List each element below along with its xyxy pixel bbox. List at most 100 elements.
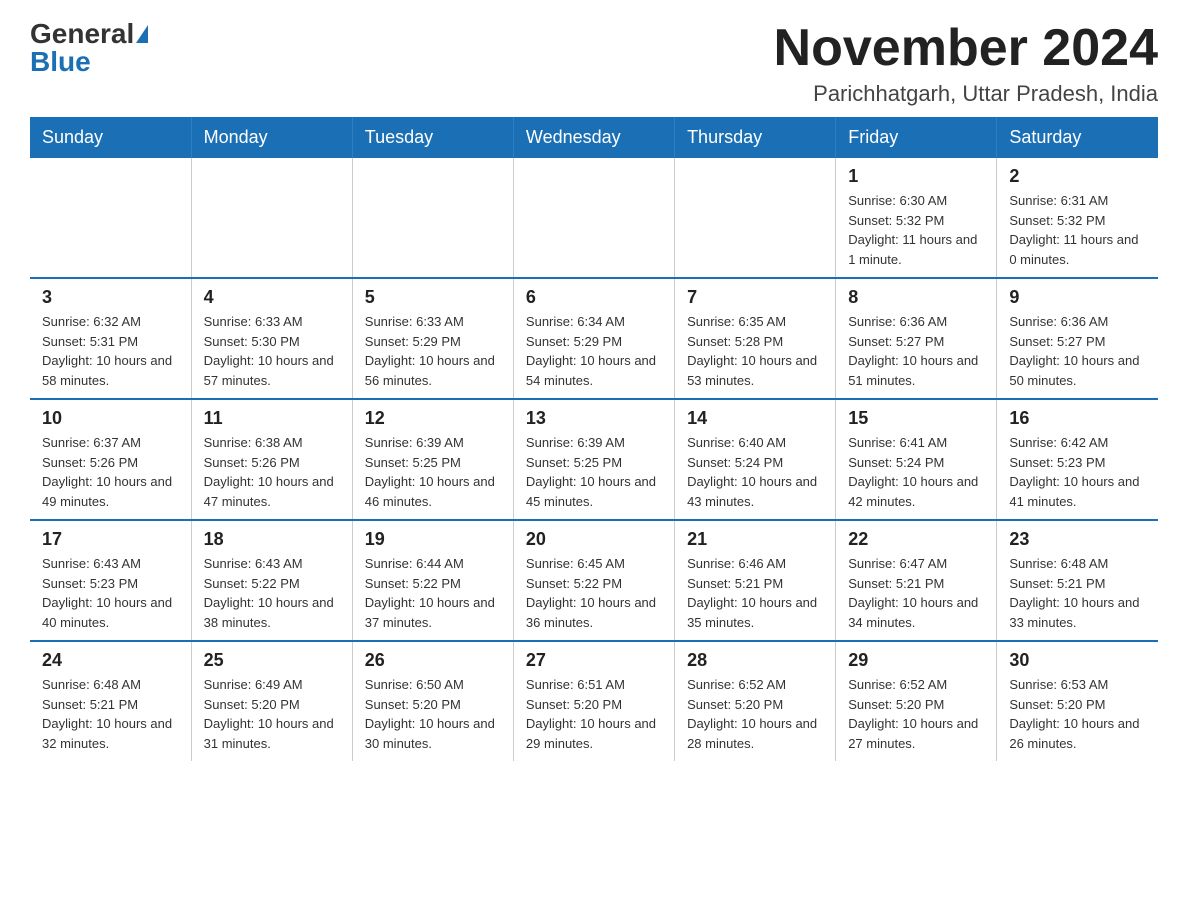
- calendar-cell: 10 Sunrise: 6:37 AM Sunset: 5:26 PM Dayli…: [30, 399, 191, 520]
- day-info: Sunrise: 6:42 AM Sunset: 5:23 PM Dayligh…: [1009, 433, 1146, 511]
- day-number: 20: [526, 529, 662, 550]
- day-info: Sunrise: 6:36 AM Sunset: 5:27 PM Dayligh…: [1009, 312, 1146, 390]
- day-number: 15: [848, 408, 984, 429]
- header-friday: Friday: [836, 117, 997, 158]
- calendar-cell: [513, 158, 674, 278]
- day-info: Sunrise: 6:48 AM Sunset: 5:21 PM Dayligh…: [42, 675, 179, 753]
- calendar-header: Sunday Monday Tuesday Wednesday Thursday…: [30, 117, 1158, 158]
- day-info: Sunrise: 6:34 AM Sunset: 5:29 PM Dayligh…: [526, 312, 662, 390]
- header-row: Sunday Monday Tuesday Wednesday Thursday…: [30, 117, 1158, 158]
- calendar-cell: 3Sunrise: 6:32 AM Sunset: 5:31 PM Daylig…: [30, 278, 191, 399]
- day-info: Sunrise: 6:43 AM Sunset: 5:22 PM Dayligh…: [204, 554, 340, 632]
- day-number: 28: [687, 650, 823, 671]
- calendar-cell: 25Sunrise: 6:49 AM Sunset: 5:20 PM Dayli…: [191, 641, 352, 761]
- calendar-title: November 2024: [774, 20, 1158, 77]
- title-block: November 2024 Parichhatgarh, Uttar Prade…: [774, 20, 1158, 107]
- calendar-cell: 24 Sunrise: 6:48 AM Sunset: 5:21 PM Dayli…: [30, 641, 191, 761]
- day-info: Sunrise: 6:48 AM Sunset: 5:21 PM Dayligh…: [1009, 554, 1146, 632]
- day-number: 8: [848, 287, 984, 308]
- day-info: Sunrise: 6:44 AM Sunset: 5:22 PM Dayligh…: [365, 554, 501, 632]
- day-number: 16: [1009, 408, 1146, 429]
- calendar-cell: 5 Sunrise: 6:33 AM Sunset: 5:29 PM Daylig…: [352, 278, 513, 399]
- calendar-cell: 17 Sunrise: 6:43 AM Sunset: 5:23 PM Dayli…: [30, 520, 191, 641]
- calendar-cell: 18Sunrise: 6:43 AM Sunset: 5:22 PM Dayli…: [191, 520, 352, 641]
- calendar-cell: 15Sunrise: 6:41 AM Sunset: 5:24 PM Dayli…: [836, 399, 997, 520]
- calendar-cell: 2Sunrise: 6:31 AM Sunset: 5:32 PM Daylig…: [997, 158, 1158, 278]
- day-info: Sunrise: 6:33 AM Sunset: 5:29 PM Dayligh…: [365, 312, 501, 390]
- page-header: General Blue November 2024 Parichhatgarh…: [30, 20, 1158, 107]
- header-monday: Monday: [191, 117, 352, 158]
- day-info: Sunrise: 6:53 AM Sunset: 5:20 PM Dayligh…: [1009, 675, 1146, 753]
- day-number: 4: [204, 287, 340, 308]
- calendar-cell: 7Sunrise: 6:35 AM Sunset: 5:28 PM Daylig…: [675, 278, 836, 399]
- calendar-cell: 4 Sunrise: 6:33 AM Sunset: 5:30 PM Daylig…: [191, 278, 352, 399]
- calendar-cell: 28 Sunrise: 6:52 AM Sunset: 5:20 PM Dayli…: [675, 641, 836, 761]
- day-info: Sunrise: 6:33 AM Sunset: 5:30 PM Dayligh…: [204, 312, 340, 390]
- calendar-cell: [352, 158, 513, 278]
- calendar-cell: 6 Sunrise: 6:34 AM Sunset: 5:29 PM Daylig…: [513, 278, 674, 399]
- day-info: Sunrise: 6:38 AM Sunset: 5:26 PM Dayligh…: [204, 433, 340, 511]
- day-number: 19: [365, 529, 501, 550]
- day-number: 9: [1009, 287, 1146, 308]
- calendar-cell: [191, 158, 352, 278]
- calendar-cell: 20Sunrise: 6:45 AM Sunset: 5:22 PM Dayli…: [513, 520, 674, 641]
- calendar-table: Sunday Monday Tuesday Wednesday Thursday…: [30, 117, 1158, 761]
- day-number: 1: [848, 166, 984, 187]
- day-info: Sunrise: 6:52 AM Sunset: 5:20 PM Dayligh…: [848, 675, 984, 753]
- day-number: 21: [687, 529, 823, 550]
- calendar-cell: [30, 158, 191, 278]
- day-number: 17: [42, 529, 179, 550]
- calendar-cell: 8Sunrise: 6:36 AM Sunset: 5:27 PM Daylig…: [836, 278, 997, 399]
- calendar-week-row: 24 Sunrise: 6:48 AM Sunset: 5:21 PM Dayli…: [30, 641, 1158, 761]
- day-info: Sunrise: 6:49 AM Sunset: 5:20 PM Dayligh…: [204, 675, 340, 753]
- logo: General Blue: [30, 20, 148, 76]
- calendar-week-row: 1 Sunrise: 6:30 AM Sunset: 5:32 PM Daylig…: [30, 158, 1158, 278]
- day-number: 24: [42, 650, 179, 671]
- calendar-cell: 14 Sunrise: 6:40 AM Sunset: 5:24 PM Dayli…: [675, 399, 836, 520]
- day-info: Sunrise: 6:40 AM Sunset: 5:24 PM Dayligh…: [687, 433, 823, 511]
- logo-blue: Blue: [30, 48, 91, 76]
- day-info: Sunrise: 6:30 AM Sunset: 5:32 PM Dayligh…: [848, 191, 984, 269]
- calendar-cell: [675, 158, 836, 278]
- calendar-cell: 19 Sunrise: 6:44 AM Sunset: 5:22 PM Dayli…: [352, 520, 513, 641]
- day-number: 11: [204, 408, 340, 429]
- day-info: Sunrise: 6:51 AM Sunset: 5:20 PM Dayligh…: [526, 675, 662, 753]
- day-info: Sunrise: 6:31 AM Sunset: 5:32 PM Dayligh…: [1009, 191, 1146, 269]
- day-number: 27: [526, 650, 662, 671]
- day-number: 13: [526, 408, 662, 429]
- day-info: Sunrise: 6:47 AM Sunset: 5:21 PM Dayligh…: [848, 554, 984, 632]
- day-number: 5: [365, 287, 501, 308]
- calendar-cell: 26 Sunrise: 6:50 AM Sunset: 5:20 PM Dayli…: [352, 641, 513, 761]
- calendar-cell: 30 Sunrise: 6:53 AM Sunset: 5:20 PM Dayli…: [997, 641, 1158, 761]
- day-number: 10: [42, 408, 179, 429]
- calendar-week-row: 17 Sunrise: 6:43 AM Sunset: 5:23 PM Dayli…: [30, 520, 1158, 641]
- day-info: Sunrise: 6:50 AM Sunset: 5:20 PM Dayligh…: [365, 675, 501, 753]
- day-info: Sunrise: 6:52 AM Sunset: 5:20 PM Dayligh…: [687, 675, 823, 753]
- day-number: 7: [687, 287, 823, 308]
- logo-general: General: [30, 20, 134, 48]
- day-number: 26: [365, 650, 501, 671]
- header-thursday: Thursday: [675, 117, 836, 158]
- calendar-cell: 12Sunrise: 6:39 AM Sunset: 5:25 PM Dayli…: [352, 399, 513, 520]
- calendar-cell: 29 Sunrise: 6:52 AM Sunset: 5:20 PM Dayli…: [836, 641, 997, 761]
- day-number: 14: [687, 408, 823, 429]
- calendar-cell: 27 Sunrise: 6:51 AM Sunset: 5:20 PM Dayli…: [513, 641, 674, 761]
- calendar-cell: 11 Sunrise: 6:38 AM Sunset: 5:26 PM Dayli…: [191, 399, 352, 520]
- calendar-week-row: 3Sunrise: 6:32 AM Sunset: 5:31 PM Daylig…: [30, 278, 1158, 399]
- day-info: Sunrise: 6:37 AM Sunset: 5:26 PM Dayligh…: [42, 433, 179, 511]
- calendar-cell: 21 Sunrise: 6:46 AM Sunset: 5:21 PM Dayli…: [675, 520, 836, 641]
- calendar-cell: 9 Sunrise: 6:36 AM Sunset: 5:27 PM Daylig…: [997, 278, 1158, 399]
- day-info: Sunrise: 6:46 AM Sunset: 5:21 PM Dayligh…: [687, 554, 823, 632]
- calendar-body: 1 Sunrise: 6:30 AM Sunset: 5:32 PM Daylig…: [30, 158, 1158, 761]
- day-info: Sunrise: 6:39 AM Sunset: 5:25 PM Dayligh…: [526, 433, 662, 511]
- calendar-cell: 22 Sunrise: 6:47 AM Sunset: 5:21 PM Dayli…: [836, 520, 997, 641]
- day-info: Sunrise: 6:32 AM Sunset: 5:31 PM Dayligh…: [42, 312, 179, 390]
- day-number: 6: [526, 287, 662, 308]
- day-number: 22: [848, 529, 984, 550]
- calendar-subtitle: Parichhatgarh, Uttar Pradesh, India: [774, 81, 1158, 107]
- header-tuesday: Tuesday: [352, 117, 513, 158]
- day-number: 29: [848, 650, 984, 671]
- calendar-week-row: 10 Sunrise: 6:37 AM Sunset: 5:26 PM Dayli…: [30, 399, 1158, 520]
- day-info: Sunrise: 6:43 AM Sunset: 5:23 PM Dayligh…: [42, 554, 179, 632]
- day-number: 30: [1009, 650, 1146, 671]
